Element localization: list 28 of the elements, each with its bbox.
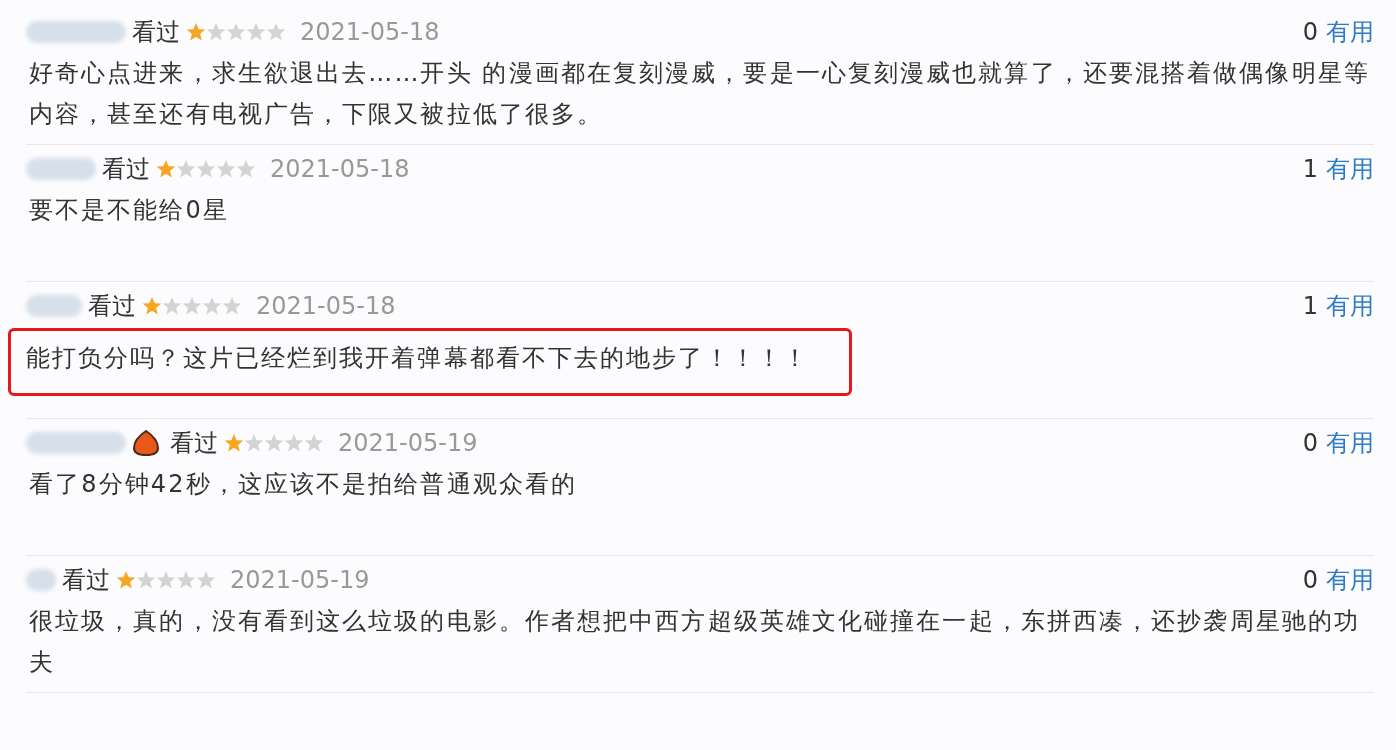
comment-date: 2021-05-18 — [300, 18, 440, 46]
watched-label: 看过 — [170, 428, 218, 459]
watched-label: 看过 — [132, 17, 180, 48]
watched-label: 看过 — [88, 291, 136, 322]
useful-link[interactable]: 有用 — [1326, 564, 1374, 596]
vote-count: 1 — [1302, 155, 1318, 183]
blurred-username — [26, 295, 82, 317]
vote-count: 0 — [1302, 18, 1318, 46]
comment-date: 2021-05-19 — [230, 566, 370, 594]
comment-text: 看了8分钟42秒，这应该不是拍给普通观众看的 — [29, 469, 578, 500]
comment-date: 2021-05-18 — [256, 292, 396, 320]
useful-link[interactable]: 有用 — [1326, 16, 1374, 48]
blurred-username — [26, 569, 56, 591]
comment-text: 要不是不能给0星 — [29, 195, 231, 226]
useful-link[interactable]: 有用 — [1326, 153, 1374, 185]
comment-date: 2021-05-18 — [270, 155, 410, 183]
comment-text: 很垃圾，真的，没有看到这么垃圾的电影。作者想把中西方超级英雄文化碰撞在一起，东拼西凑，还抄袭周星驰的功夫 — [29, 606, 1362, 678]
useful-link[interactable]: 有用 — [1326, 427, 1374, 459]
useful-link[interactable]: 有用 — [1326, 290, 1374, 322]
vote-count: 0 — [1302, 429, 1318, 457]
vote-count: 0 — [1302, 566, 1318, 594]
blurred-username — [26, 158, 96, 180]
comment-text: 能打负分吗？这片已经烂到我开着弹幕都看不下去的地步了！！！！ — [26, 343, 809, 374]
comment-text: 好奇心点进来，求生欲退出去……开头 的漫画都在复刻漫威，要是一心复刻漫威也就算了，还要混搭着做偶像明星等内容，甚至还有电视广告，下限又被拉低了很多。 — [29, 58, 1371, 130]
watched-label: 看过 — [102, 154, 150, 185]
vote-count: 1 — [1302, 292, 1318, 320]
watched-label: 看过 — [62, 565, 110, 596]
comment-date: 2021-05-19 — [338, 429, 478, 457]
